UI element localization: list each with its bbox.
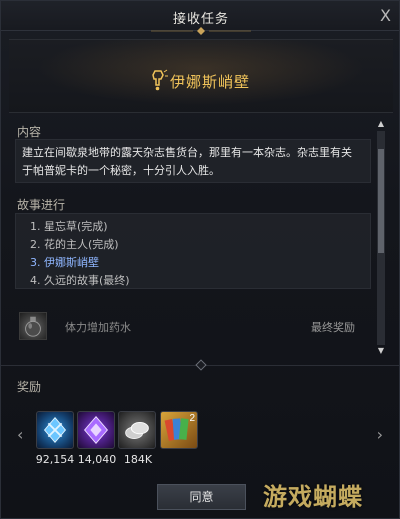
content-line-1: 建立在间歇泉地带的露天杂志售货台，那里有一本杂志。杂志里有关 [22,146,352,159]
content-label: 内容 [17,125,42,139]
divider-gem-icon [195,359,207,371]
scroll-up-icon[interactable]: ▲ [377,120,385,128]
rewards-label: 奖励 [17,380,42,394]
story-item: 1. 星忘草(完成) [30,220,108,233]
card-pack-badge: 2 [189,413,195,424]
rewards-prev-icon[interactable]: ‹ [17,425,23,444]
content-panel: 建立在间歇泉地带的露天杂志售货台，那里有一本杂志。杂志里有关 于帕普妮卡的一个秘… [15,139,371,183]
purple-crystal-icon[interactable] [77,411,115,449]
content-text: 建立在间歇泉地带的露天杂志售货台，那里有一本杂志。杂志里有关 于帕普妮卡的一个秘… [22,144,368,180]
final-reward-tag: 最终奖励 [311,321,355,334]
title-ornament-icon [151,27,251,35]
blue-crystal-icon[interactable] [36,411,74,449]
reward-count: 184K [123,453,153,466]
scrollbar[interactable] [377,131,385,345]
story-item-current: 3. 伊娜斯峭壁 [30,256,99,269]
title-bar: 接收任务 X [1,1,399,35]
scroll-down-icon[interactable]: ▼ [377,347,385,355]
rewards-next-icon[interactable]: › [377,425,383,444]
close-icon[interactable]: X [380,6,391,25]
content-line-2: 于帕普妮卡的一个秘密，十分引人入胜。 [22,164,220,177]
quest-banner: 伊娜斯峭壁 [9,39,393,113]
story-item: 2. 花的主人(完成) [30,238,119,251]
window-title: 接收任务 [172,12,229,27]
accept-button[interactable]: 同意 [157,484,246,510]
potion-icon[interactable] [19,312,47,340]
story-label: 故事进行 [17,198,66,212]
watermark-logo: 游戏蝴蝶 [263,483,363,511]
quest-name: 伊娜斯峭壁 [169,73,250,91]
story-panel: 1. 星忘草(完成) 2. 花的主人(完成) 3. 伊娜斯峭壁 4. 久远的故事… [15,213,371,289]
scroll-thumb[interactable] [378,149,384,253]
final-reward-row: 体力增加药水 最终奖励 [17,312,369,344]
final-reward-item-name: 体力增加药水 [65,321,131,334]
quest-accept-window: 接收任务 X 伊娜斯峭壁 内容 建立在间歇泉地带的露天杂志售货台，那里有一本杂志… [0,0,400,519]
card-pack-icon[interactable]: 2 [160,411,198,449]
story-item: 4. 久远的故事(最终) [30,274,130,287]
silver-coins-icon[interactable] [118,411,156,449]
reward-count: 92,154 [35,453,75,466]
story-list: 1. 星忘草(完成) 2. 花的主人(完成) 3. 伊娜斯峭壁 4. 久远的故事… [30,218,130,290]
